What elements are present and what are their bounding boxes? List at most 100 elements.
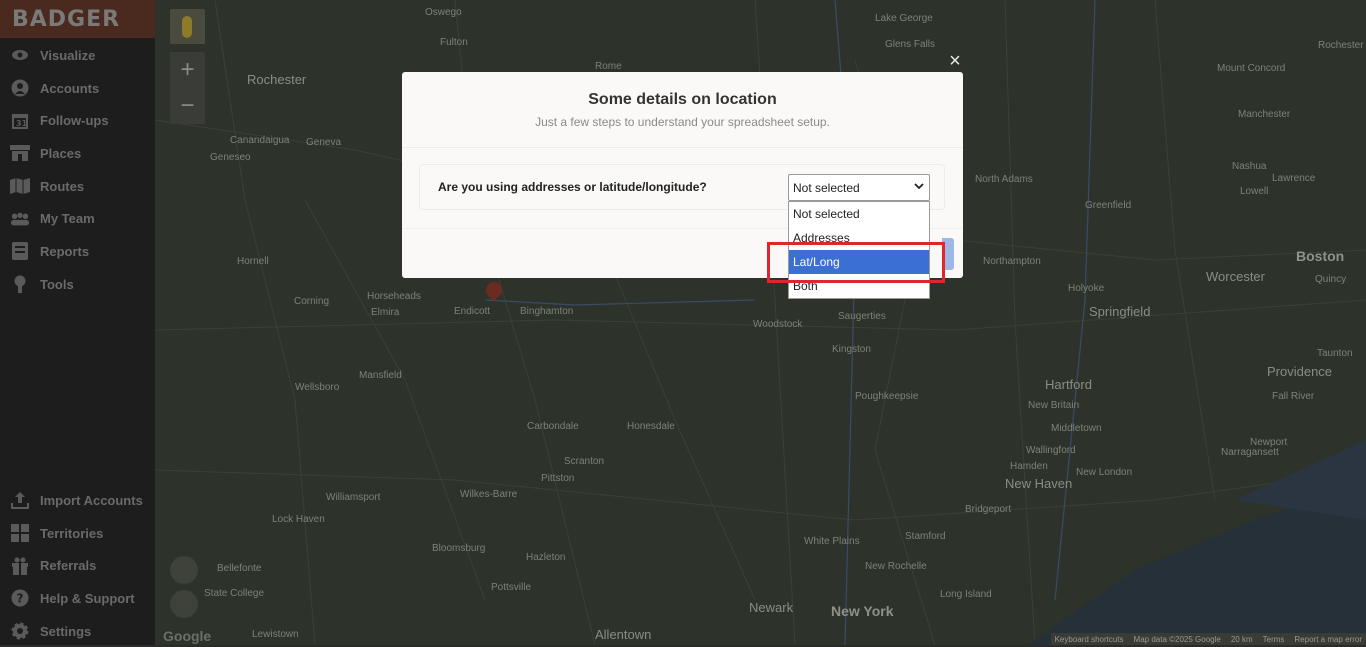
map-label: Elmira xyxy=(371,307,400,318)
map-label: Pittston xyxy=(541,473,575,484)
next-button[interactable] xyxy=(942,238,954,270)
modal-title: Some details on location xyxy=(588,91,777,108)
map-label: Lewistown xyxy=(252,629,299,640)
store-icon xyxy=(10,144,30,162)
sidebar-item-label: My Team xyxy=(40,211,95,227)
sidebar-item-help-support[interactable]: ? Help & Support xyxy=(0,582,155,615)
sidebar-item-territories[interactable]: Territories xyxy=(0,517,155,550)
map-label: Rome xyxy=(595,61,622,72)
map-label: Mansfield xyxy=(359,370,402,381)
sidebar-item-label: Referrals xyxy=(40,558,97,574)
keyboard-shortcuts-link[interactable]: Keyboard shortcuts xyxy=(1055,635,1124,644)
option-lat-long[interactable]: Lat/Long xyxy=(789,250,929,274)
map-label: Springfield xyxy=(1089,304,1151,319)
map-label: Pottsville xyxy=(491,582,532,593)
sidebar-item-label: Territories xyxy=(40,525,104,541)
street-view-pegman[interactable] xyxy=(170,9,205,44)
sidebar-item-my-team[interactable]: My Team xyxy=(0,202,155,235)
map-label: Lowell xyxy=(1240,186,1269,197)
badger-logo[interactable]: BADGER xyxy=(0,0,155,38)
map-label: Boston xyxy=(1296,248,1345,264)
team-icon xyxy=(10,210,30,228)
map-label: Narragansett xyxy=(1221,447,1279,458)
zoom-out-button[interactable]: − xyxy=(170,88,205,124)
map-label: Glens Falls xyxy=(885,39,936,50)
map-label: Taunton xyxy=(1317,348,1353,359)
sidebar-item-label: Places xyxy=(40,145,82,161)
locate-button[interactable] xyxy=(170,590,198,618)
location-type-dropdown: Not selected Addresses Lat/Long Both xyxy=(788,201,930,299)
location-type-select[interactable]: Not selected xyxy=(788,174,930,201)
terms-link[interactable]: Terms xyxy=(1263,635,1285,644)
calendar-icon: 31 xyxy=(10,112,30,130)
map-label: North Adams xyxy=(975,174,1033,185)
sidebar-item-label: Help & Support xyxy=(40,590,135,606)
sidebar-item-follow-ups[interactable]: 31 Follow-ups xyxy=(0,104,155,137)
map-label: Northampton xyxy=(983,256,1041,267)
sidebar-item-label: Import Accounts xyxy=(40,492,143,508)
map-label: Quincy xyxy=(1315,274,1347,285)
sidebar-item-label: Accounts xyxy=(40,80,100,96)
map-label: Honesdale xyxy=(627,421,675,432)
sidebar-item-label: Visualize xyxy=(40,47,96,63)
map-label: New London xyxy=(1076,467,1133,478)
map-label: Worcester xyxy=(1206,269,1265,284)
eye-icon xyxy=(10,46,30,64)
sidebar-item-referrals[interactable]: Referrals xyxy=(0,549,155,582)
map-label: Hamden xyxy=(1010,461,1048,472)
map-label: Providence xyxy=(1267,364,1333,379)
map-label: Fulton xyxy=(440,37,468,48)
map-label: New Britain xyxy=(1028,400,1080,411)
help-icon: ? xyxy=(10,589,30,607)
google-logo: Google xyxy=(163,628,212,644)
map-label: Allentown xyxy=(595,627,652,642)
sidebar-nav-top: Visualize Accounts 31 Follow-ups Places … xyxy=(0,39,155,301)
sidebar-item-routes[interactable]: Routes xyxy=(0,170,155,203)
map-label: Carbondale xyxy=(527,421,579,432)
map-label: Lock Haven xyxy=(272,514,325,525)
map-label: Rochester xyxy=(247,72,307,87)
map-label: Saugerties xyxy=(838,311,886,322)
map-label: State College xyxy=(204,588,265,599)
layers-button[interactable] xyxy=(170,556,198,584)
territories-icon xyxy=(10,524,30,543)
map-label: Binghamton xyxy=(520,306,574,317)
map-label: Greenfield xyxy=(1085,200,1132,211)
map-label: Scranton xyxy=(564,456,605,467)
zoom-in-button[interactable]: + xyxy=(170,52,205,88)
option-addresses[interactable]: Addresses xyxy=(789,226,929,250)
map-label: Oswego xyxy=(425,7,462,18)
scale-text[interactable]: 20 km xyxy=(1231,635,1253,644)
option-not-selected[interactable]: Not selected xyxy=(789,202,929,226)
sidebar: BADGER Visualize Accounts 31 Follow-ups … xyxy=(0,0,155,645)
map-label: New Haven xyxy=(1005,476,1073,491)
option-both[interactable]: Both xyxy=(789,274,929,298)
modal-close-button[interactable]: × xyxy=(946,51,964,71)
sidebar-item-reports[interactable]: Reports xyxy=(0,235,155,268)
gear-icon xyxy=(10,622,30,640)
svg-text:?: ? xyxy=(17,592,24,606)
sidebar-item-places[interactable]: Places xyxy=(0,137,155,170)
svg-text:31: 31 xyxy=(16,119,28,128)
map-label: New Rochelle xyxy=(865,561,927,572)
sidebar-item-settings[interactable]: Settings xyxy=(0,615,155,647)
sidebar-item-visualize[interactable]: Visualize xyxy=(0,39,155,72)
tools-icon xyxy=(10,275,30,294)
map-label: Stamford xyxy=(905,531,946,542)
map-label: New York xyxy=(831,603,894,619)
map-label: Middletown xyxy=(1051,423,1102,434)
map-label: Geneva xyxy=(306,137,342,148)
sidebar-item-accounts[interactable]: Accounts xyxy=(0,72,155,105)
sidebar-item-tools[interactable]: Tools xyxy=(0,268,155,301)
map-label: Endicott xyxy=(454,306,491,317)
sidebar-item-import-accounts[interactable]: Import Accounts xyxy=(0,484,155,517)
sidebar-nav-bottom: Import Accounts Territories Referrals ? … xyxy=(0,484,155,647)
map-label: Corning xyxy=(294,296,330,307)
chevron-down-icon xyxy=(913,180,925,192)
report-error-link[interactable]: Report a map error xyxy=(1294,635,1362,644)
map-label: Geneseo xyxy=(210,152,251,163)
map-label: Lake George xyxy=(875,13,933,24)
map-label: Newark xyxy=(749,600,794,615)
map-label: Williamsport xyxy=(326,492,381,503)
map-label: Wilkes-Barre xyxy=(460,489,518,500)
